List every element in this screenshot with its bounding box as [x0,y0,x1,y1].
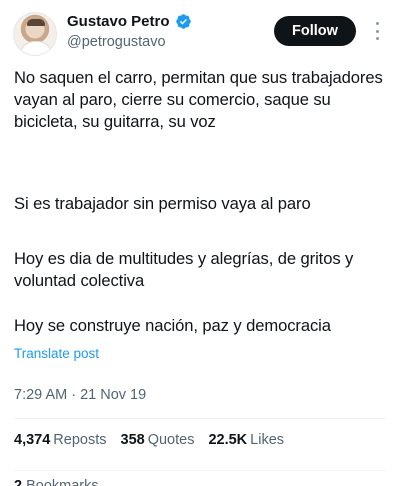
author-name[interactable]: Gustavo Petro [67,13,170,30]
translate-post-link[interactable]: Translate post [14,346,99,361]
reposts-stat[interactable]: 4,374 Reposts [14,432,107,448]
tweet-paragraph: No saquen el carro, permitan que sus tra… [14,68,383,131]
bookmarks-stat[interactable]: 2 Bookmarks [14,478,99,486]
verified-badge-icon [175,14,191,29]
divider [14,418,386,419]
likes-stat[interactable]: 22.5K Likes [208,432,284,448]
reposts-count: 4,374 [14,432,51,448]
quotes-count: 358 [120,432,145,448]
tweet-header: Gustavo Petro @petrogustavo Follow [0,0,400,64]
bookmarks-label: Bookmarks [26,478,99,486]
likes-label: Likes [250,432,285,448]
quotes-label: Quotes [147,432,195,448]
bookmarks-count: 2 [14,478,23,486]
author-handle[interactable]: @petrogustavo [67,34,166,50]
author-avatar[interactable] [13,12,57,56]
avatar-hair [27,19,45,26]
tweet-paragraph: Hoy es dia de multitudes y alegrías, de … [14,249,354,290]
tweet-timestamp[interactable]: 7:29 AM · 21 Nov 19 [14,387,146,403]
tweet-paragraph: Hoy se construye nación, paz y democraci… [14,316,331,335]
reposts-label: Reposts [53,432,107,448]
avatar-shirt [20,41,52,55]
tweet-paragraph: Si es trabajador sin permiso vaya al par… [14,194,311,213]
follow-button[interactable]: Follow [274,16,356,46]
more-options-icon[interactable] [372,22,382,40]
engagement-stats: 4,374 Reposts 358 Quotes 22.5K Likes [14,432,284,448]
author-name-row: Gustavo Petro [67,13,192,30]
likes-count: 22.5K [208,432,248,448]
quotes-stat[interactable]: 358 Quotes [121,432,195,448]
divider [14,470,386,471]
